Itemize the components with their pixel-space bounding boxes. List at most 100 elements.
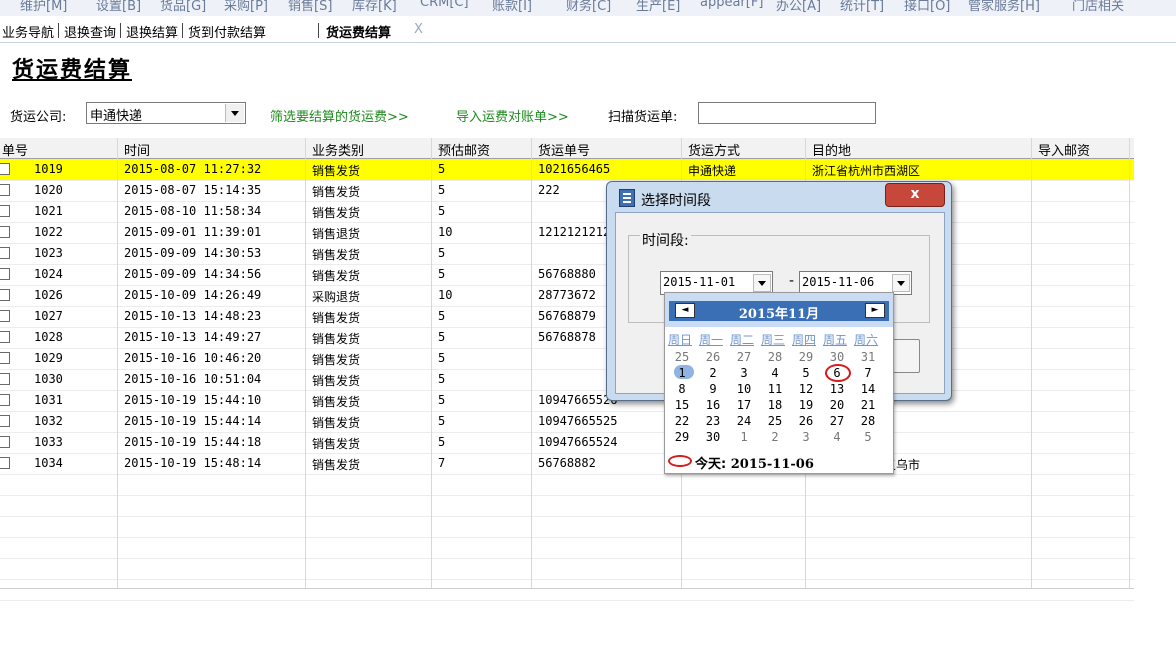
calendar-day[interactable]: 4 — [822, 430, 852, 444]
calendar-day[interactable]: 25 — [760, 414, 790, 428]
table-row[interactable]: 10342015-10-19 15:48:14销售发货756768882申通快递… — [0, 453, 1134, 475]
calendar-day[interactable]: 14 — [853, 382, 883, 396]
row-checkbox[interactable] — [0, 205, 10, 217]
row-checkbox[interactable] — [0, 226, 10, 238]
table-row[interactable]: 1029 2015-10-16 10:46:20 销售发货 5 — [0, 348, 1134, 370]
calendar-day[interactable]: 26 — [791, 414, 821, 428]
table-row[interactable]: 10322015-10-19 15:44:14销售发货510947665525市… — [0, 411, 1134, 433]
calendar-day[interactable]: 9 — [698, 382, 728, 396]
calendar-day[interactable]: 23 — [698, 414, 728, 428]
calendar-day[interactable]: 5 — [853, 430, 883, 444]
menu-item[interactable]: 财务[C] — [566, 0, 611, 14]
menu-item[interactable]: 销售[S] — [288, 0, 332, 14]
table-row[interactable]: 1028 2015-10-13 14:49:27 销售发货 5 56768878 — [0, 327, 1134, 349]
menu-item[interactable]: 维护[M] — [20, 0, 67, 14]
tab-exchange-query[interactable]: 退换查询 — [64, 22, 116, 41]
calendar-day[interactable]: 31 — [853, 350, 883, 364]
table-row[interactable]: 1023 2015-09-09 14:30:53 销售发货 5 — [0, 243, 1134, 265]
today-link[interactable]: 今天: 2015-11-06 — [695, 453, 814, 472]
row-checkbox[interactable] — [0, 394, 10, 406]
calendar-day[interactable]: 3 — [729, 366, 759, 380]
tab-business-nav[interactable]: 业务导航 — [2, 22, 54, 41]
col-header-shipping-method[interactable]: 货运方式 — [688, 140, 740, 159]
row-checkbox[interactable] — [0, 310, 10, 322]
row-checkbox[interactable] — [0, 247, 10, 259]
calendar-day[interactable]: 4 — [760, 366, 790, 380]
calendar-day[interactable]: 11 — [760, 382, 790, 396]
freight-company-select[interactable]: 申通快递 — [86, 102, 246, 124]
calendar-day[interactable]: 15 — [667, 398, 697, 412]
row-checkbox[interactable] — [0, 436, 10, 448]
row-checkbox[interactable] — [0, 184, 10, 196]
calendar-day[interactable]: 25 — [667, 350, 697, 364]
col-header-imported-postage[interactable]: 导入邮资 — [1038, 140, 1090, 159]
row-checkbox[interactable] — [0, 163, 10, 175]
table-row[interactable]: 1027 2015-10-13 14:48:23 销售发货 5 56768879 — [0, 306, 1134, 328]
col-header-time[interactable]: 时间 — [124, 140, 150, 159]
menu-item[interactable]: 办公[A] — [776, 0, 821, 14]
calendar-day[interactable]: 16 — [698, 398, 728, 412]
menu-item[interactable]: 设置[B] — [96, 0, 141, 14]
calendar-day[interactable]: 26 — [698, 350, 728, 364]
calendar-day[interactable]: 28 — [760, 350, 790, 364]
col-header-order-no[interactable]: 单号 — [2, 140, 28, 159]
col-header-waybill-no[interactable]: 货运单号 — [538, 140, 590, 159]
calendar-day[interactable]: 10 — [729, 382, 759, 396]
calendar-day[interactable]: 30 — [698, 430, 728, 444]
calendar-day[interactable]: 27 — [729, 350, 759, 364]
menu-item[interactable]: 接口[O] — [904, 0, 950, 14]
calendar-day[interactable]: 30 — [822, 350, 852, 364]
table-row[interactable]: 1026 2015-10-09 14:26:49 采购退货 10 28773672 — [0, 285, 1134, 307]
col-header-business-type[interactable]: 业务类别 — [312, 140, 364, 159]
import-statement-link[interactable]: 导入运费对账单>> — [456, 106, 569, 125]
row-checkbox[interactable] — [0, 373, 10, 385]
calendar-day[interactable]: 28 — [853, 414, 883, 428]
menu-item[interactable]: 采购[P] — [224, 0, 268, 14]
row-checkbox[interactable] — [0, 352, 10, 364]
menu-item[interactable]: 账款[I] — [492, 0, 532, 14]
menu-item[interactable]: appear[F] — [700, 0, 763, 10]
menu-item[interactable]: 管家服务[H] — [968, 0, 1040, 14]
scan-waybill-input[interactable] — [698, 102, 876, 124]
table-row[interactable]: 1024 2015-09-09 14:34:56 销售发货 5 56768880 — [0, 264, 1134, 286]
menu-item[interactable]: 统计[T] — [840, 0, 884, 14]
calendar-day[interactable]: 1 — [729, 430, 759, 444]
chevron-down-icon[interactable] — [892, 274, 910, 292]
calendar-day[interactable]: 5 — [791, 366, 821, 380]
calendar-day[interactable]: 8 — [667, 382, 697, 396]
calendar-day[interactable]: 19 — [791, 398, 821, 412]
calendar-day[interactable]: 17 — [729, 398, 759, 412]
next-month-icon[interactable]: ► — [865, 303, 885, 318]
calendar-day[interactable]: 3 — [791, 430, 821, 444]
tab-exchange-settle[interactable]: 退换结算 — [126, 22, 178, 41]
table-row[interactable]: 1019 2015-08-07 11:27:32 销售发货 5 1021656465 申通… — [0, 159, 1134, 181]
row-checkbox[interactable] — [0, 268, 10, 280]
menu-item[interactable]: 门店相关 — [1072, 0, 1124, 14]
table-row[interactable]: 10312015-10-19 15:44:10销售发货510947665526市… — [0, 390, 1134, 412]
tab-close-icon[interactable]: X — [414, 22, 423, 37]
calendar-day[interactable]: 22 — [667, 414, 697, 428]
calendar-day[interactable]: 6 — [822, 364, 852, 382]
row-checkbox[interactable] — [0, 457, 10, 469]
col-header-destination[interactable]: 目的地 — [812, 140, 851, 159]
row-checkbox[interactable] — [0, 415, 10, 427]
calendar-day[interactable]: 21 — [853, 398, 883, 412]
table-row[interactable]: 1021 2015-08-10 11:58:34 销售发货 5 — [0, 201, 1134, 223]
calendar-day[interactable]: 20 — [822, 398, 852, 412]
calendar-day[interactable]: 1 — [667, 365, 697, 380]
close-button[interactable]: x — [885, 183, 945, 207]
chevron-down-icon[interactable] — [753, 274, 771, 292]
calendar-day[interactable]: 2 — [760, 430, 790, 444]
calendar-day[interactable]: 29 — [667, 430, 697, 444]
menu-item[interactable]: CRM[C] — [420, 0, 469, 10]
calendar-day[interactable]: 7 — [853, 366, 883, 380]
chevron-down-icon[interactable] — [225, 104, 244, 122]
calendar-day[interactable]: 13 — [822, 382, 852, 396]
calendar-day[interactable]: 29 — [791, 350, 821, 364]
table-row[interactable]: 1022 2015-09-01 11:39:01 销售退货 10 1212121212 — [0, 222, 1134, 244]
filter-freight-link[interactable]: 筛选要结算的货运费>> — [270, 106, 409, 125]
table-row[interactable]: 1020 2015-08-07 15:14:35 销售发货 5 222 — [0, 180, 1134, 202]
menu-item[interactable]: 货品[G] — [160, 0, 206, 14]
menu-item[interactable]: 生产[E] — [636, 0, 680, 14]
tab-freight-settle[interactable]: 货运费结算 — [326, 22, 391, 41]
